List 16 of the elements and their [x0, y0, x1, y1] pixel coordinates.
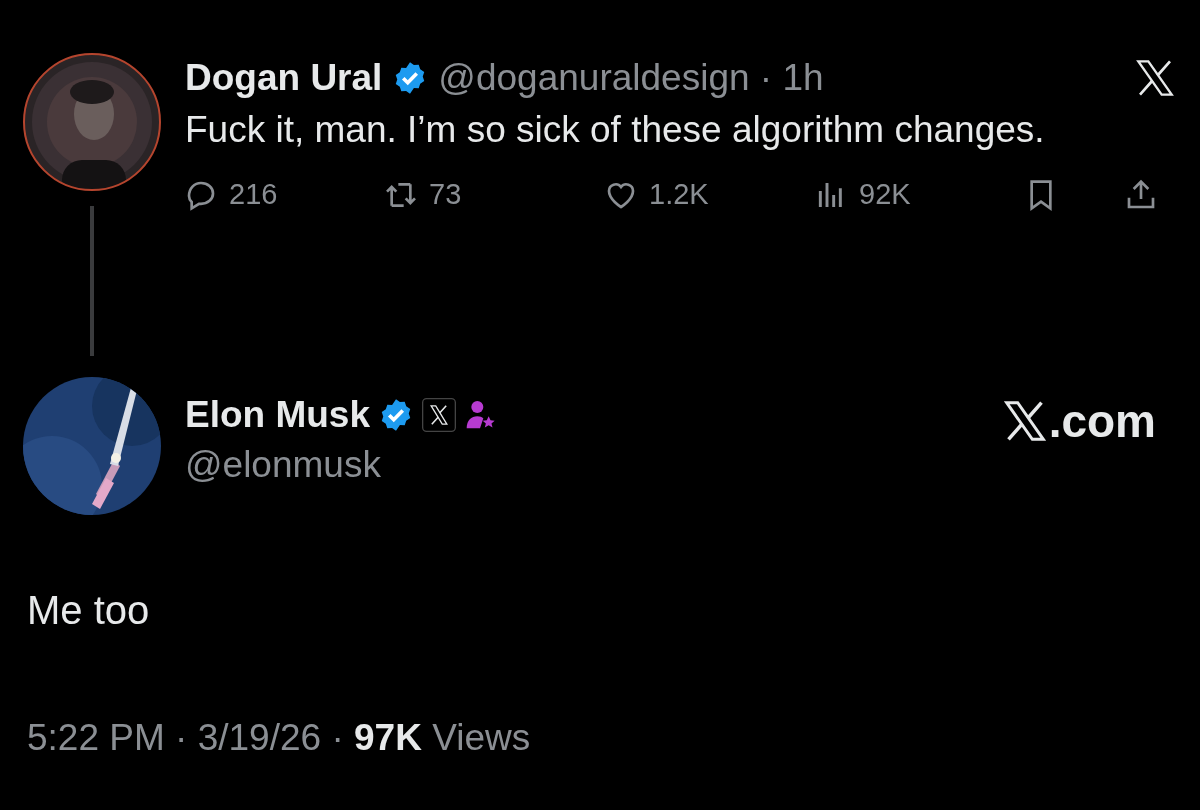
like-button[interactable]: 1.2K [605, 178, 709, 211]
reply-text: Me too [27, 588, 150, 633]
share-button[interactable] [1125, 178, 1157, 211]
repost-button[interactable]: 73 [385, 178, 462, 211]
author-name: Elon Musk [185, 394, 371, 436]
author-name: Dogan Ural [185, 57, 383, 99]
post-timestamp-views: 5:22 PM · 3/19/26 · 97K Views [27, 717, 531, 759]
site-link[interactable]: .com [1002, 394, 1156, 448]
x-logo-icon [1002, 399, 1047, 443]
reply-button[interactable]: 216 [185, 178, 278, 211]
handle-and-time: @doganuraldesign · 1h [438, 57, 824, 99]
share-icon [1125, 178, 1157, 211]
views-button[interactable]: 92K [815, 178, 911, 211]
x-logo-icon [1135, 58, 1175, 98]
author-handle: @elonmusk [185, 444, 382, 486]
post-text: Fuck it, man. I’m so sick of these algorithm changes. [185, 108, 1046, 152]
